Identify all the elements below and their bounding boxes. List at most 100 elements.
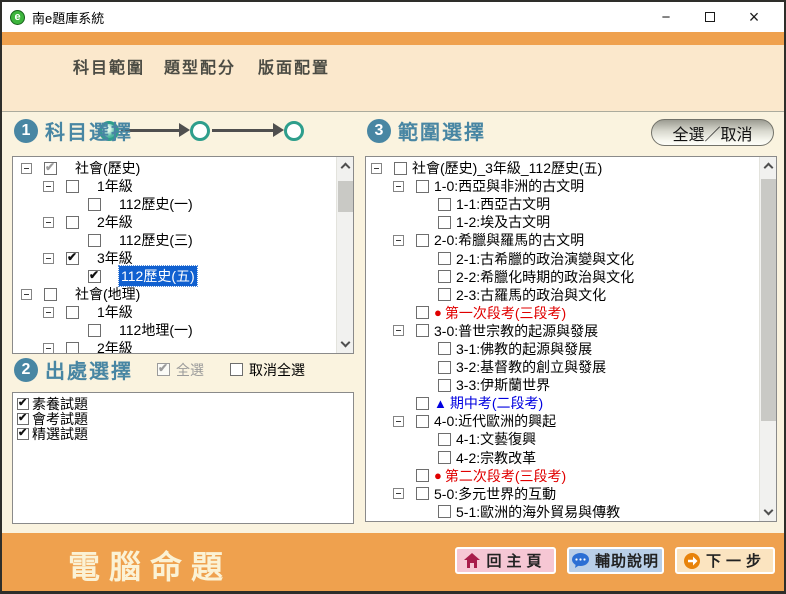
tree-item[interactable]: 2-3:古羅馬的政治與文化 <box>366 286 776 304</box>
tree-checkbox[interactable] <box>88 234 101 247</box>
tree-item-label[interactable]: 1年級 <box>97 176 133 196</box>
tree-checkbox[interactable] <box>88 270 101 283</box>
tree-checkbox[interactable] <box>394 162 407 175</box>
tree-item-label[interactable]: 社會(地理) <box>75 284 140 304</box>
tree-item-label[interactable]: 期中考(二段考) <box>450 393 543 413</box>
expand-toggle-icon[interactable] <box>393 488 404 499</box>
tree-checkbox[interactable] <box>66 306 79 319</box>
tree-item-label[interactable]: 112歷史(一) <box>119 194 193 214</box>
tree-checkbox[interactable] <box>66 216 79 229</box>
tree-item-label[interactable]: 3-1:佛教的起源與發展 <box>456 339 592 359</box>
subject-tree-scrollbar[interactable] <box>336 157 353 353</box>
expand-toggle-icon[interactable] <box>43 253 54 264</box>
tree-item[interactable]: 1-0:西亞與非洲的古文明 <box>366 177 776 195</box>
tree-checkbox[interactable] <box>416 324 429 337</box>
tree-item-label[interactable]: 第一次段考(三段考) <box>445 303 566 323</box>
maximize-button[interactable] <box>688 3 732 31</box>
tree-item-label[interactable]: 1年級 <box>97 302 133 322</box>
expand-toggle-icon[interactable] <box>393 416 404 427</box>
tree-checkbox[interactable] <box>438 198 451 211</box>
tree-item[interactable]: 4-0:近代歐洲的興起 <box>366 412 776 430</box>
tree-checkbox[interactable] <box>66 252 79 265</box>
tree-checkbox[interactable] <box>438 451 451 464</box>
home-button[interactable]: 回主頁 <box>455 547 556 574</box>
minimize-button[interactable]: − <box>644 3 688 31</box>
tree-checkbox[interactable] <box>416 306 429 319</box>
tree-checkbox[interactable] <box>438 342 451 355</box>
tree-item[interactable]: 2-0:希臘與羅馬的古文明 <box>366 231 776 249</box>
tree-checkbox[interactable] <box>88 324 101 337</box>
expand-toggle-icon[interactable] <box>43 307 54 318</box>
source-list-item[interactable]: 精選試題 <box>17 426 349 441</box>
tree-item[interactable]: 5-1:歐洲的海外貿易與傳教 <box>366 503 776 521</box>
tree-checkbox[interactable] <box>416 415 429 428</box>
tree-checkbox[interactable] <box>416 180 429 193</box>
scroll-down-icon[interactable] <box>341 338 351 348</box>
tree-item-label[interactable]: 1-1:西亞古文明 <box>456 194 550 214</box>
tree-item[interactable]: 2-1:古希臘的政治演變與文化 <box>366 249 776 267</box>
tree-item[interactable]: 2年級 <box>13 213 353 231</box>
tree-checkbox[interactable] <box>416 234 429 247</box>
tree-item-label[interactable]: 3-2:基督教的創立與發展 <box>456 357 606 377</box>
tree-item-label[interactable]: 2-3:古羅馬的政治與文化 <box>456 285 606 305</box>
tree-checkbox[interactable] <box>416 397 429 410</box>
tree-checkbox[interactable] <box>438 270 451 283</box>
tree-item-label[interactable]: 2-1:古希臘的政治演變與文化 <box>456 249 634 269</box>
tree-item-label[interactable]: 3年級 <box>97 248 133 268</box>
expand-toggle-icon[interactable] <box>21 163 32 174</box>
source-checkbox[interactable] <box>17 428 29 440</box>
tree-item-label[interactable]: 4-1:文藝復興 <box>456 429 536 449</box>
tree-item-label[interactable]: 社會(歷史) <box>75 158 140 178</box>
tree-checkbox[interactable] <box>416 487 429 500</box>
scrollbar-thumb[interactable] <box>761 179 776 421</box>
tree-item[interactable]: 社會(歷史) <box>13 159 353 177</box>
tree-item-label[interactable]: 2-2:希臘化時期的政治與文化 <box>456 267 634 287</box>
tree-item-label[interactable]: 4-2:宗教改革 <box>456 448 536 468</box>
tree-item-label[interactable]: 第二次段考(三段考) <box>445 466 566 486</box>
tree-checkbox[interactable] <box>88 198 101 211</box>
tree-item-label[interactable]: 112歷史(五) <box>119 266 197 286</box>
tree-item[interactable]: 1年級 <box>13 303 353 321</box>
tree-item[interactable]: 112地理(一) <box>13 321 353 339</box>
next-step-button[interactable]: 下一步 <box>675 547 775 574</box>
tree-item-label[interactable]: 112地理(一) <box>119 320 193 340</box>
expand-toggle-icon[interactable] <box>393 325 404 336</box>
tree-item-label[interactable]: 社會(歷史)_3年級_112歷史(五) <box>412 158 602 178</box>
tree-checkbox[interactable] <box>438 216 451 229</box>
tree-item-label[interactable]: 2-0:希臘與羅馬的古文明 <box>434 230 584 250</box>
tree-item-label[interactable]: 1-0:西亞與非洲的古文明 <box>434 176 584 196</box>
tree-checkbox[interactable] <box>438 433 451 446</box>
tree-item-label[interactable]: 5-1:歐洲的海外貿易與傳教 <box>456 502 620 522</box>
tree-item[interactable]: 2-2:希臘化時期的政治與文化 <box>366 268 776 286</box>
expand-toggle-icon[interactable] <box>393 181 404 192</box>
tree-item-label[interactable]: 112歷史(三) <box>119 230 193 250</box>
tree-checkbox[interactable] <box>44 288 57 301</box>
tree-checkbox[interactable] <box>438 288 451 301</box>
tree-item[interactable]: 112歷史(五) <box>13 267 353 285</box>
tree-checkbox[interactable] <box>438 505 451 518</box>
source-checkbox[interactable] <box>17 398 29 410</box>
tree-item-label[interactable]: 3-0:普世宗教的起源與發展 <box>434 321 598 341</box>
tree-checkbox[interactable] <box>438 252 451 265</box>
select-all-checkbox[interactable]: 全選 <box>157 360 204 380</box>
tree-item[interactable]: 社會(歷史)_3年級_112歷史(五) <box>366 159 776 177</box>
tree-checkbox[interactable] <box>416 469 429 482</box>
tree-checkbox[interactable] <box>438 361 451 374</box>
scrollbar-thumb[interactable] <box>338 181 353 212</box>
tree-item[interactable]: ▲ 期中考(二段考) <box>366 394 776 412</box>
expand-toggle-icon[interactable] <box>43 181 54 192</box>
tree-item[interactable]: 5-0:多元世界的互動 <box>366 485 776 503</box>
tree-item[interactable]: 112歷史(三) <box>13 231 353 249</box>
scroll-up-icon[interactable] <box>764 163 774 173</box>
tree-item[interactable]: ● 第二次段考(三段考) <box>366 467 776 485</box>
tree-item[interactable]: 3-0:普世宗教的起源與發展 <box>366 322 776 340</box>
expand-toggle-icon[interactable] <box>43 343 54 354</box>
tree-item-label[interactable]: 2年級 <box>97 338 133 354</box>
tree-item[interactable]: 社會(地理) <box>13 285 353 303</box>
expand-toggle-icon[interactable] <box>21 289 32 300</box>
deselect-all-checkbox[interactable]: 取消全選 <box>230 360 305 380</box>
tree-item[interactable]: 112歷史(一) <box>13 195 353 213</box>
tree-item[interactable]: 3-3:伊斯蘭世界 <box>366 376 776 394</box>
tree-item-label[interactable]: 2年級 <box>97 212 133 232</box>
tree-checkbox[interactable] <box>44 162 57 175</box>
